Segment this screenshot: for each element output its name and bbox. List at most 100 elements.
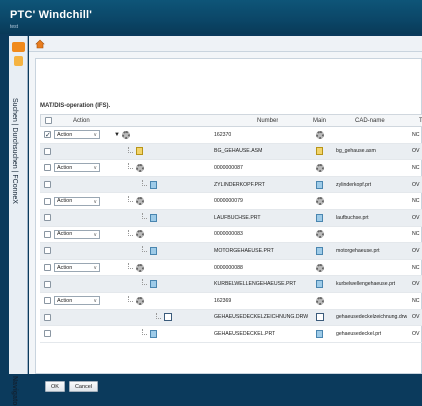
action-select-value: Action: [57, 231, 73, 238]
status-text: NC: [412, 198, 420, 205]
top-toolbar: [29, 36, 422, 52]
part-number[interactable]: 0000000087: [214, 165, 243, 171]
status-text: OV: [412, 314, 420, 321]
tree-connector: [142, 329, 147, 336]
row-checkbox[interactable]: [44, 230, 51, 238]
main-icon: [316, 180, 323, 189]
select-all-checkbox[interactable]: [45, 117, 52, 124]
part-number[interactable]: GEHAEUSEDECKELZEICHNUNG.DRW: [214, 314, 308, 320]
main-icon: [316, 313, 324, 322]
cad-name: motorgehaeuse.prt: [336, 247, 380, 254]
part-number[interactable]: 0000000083: [214, 231, 243, 237]
chevron-down-icon: ∨: [93, 165, 97, 172]
part-number[interactable]: 162369: [214, 298, 231, 304]
part-number[interactable]: LAUFBUCHSE.PRT: [214, 215, 261, 221]
row-checkbox[interactable]: [44, 264, 51, 272]
action-select[interactable]: Action ∨: [54, 296, 100, 306]
main-area: MAT/DIS-operation (IFS). Action Number M…: [29, 36, 422, 392]
row-checkbox[interactable]: [44, 147, 51, 155]
drawing-icon: [164, 313, 172, 322]
tree-connector: [128, 196, 133, 203]
row-checkbox[interactable]: [44, 164, 51, 172]
tree-connector: [142, 179, 147, 186]
pane-title: MAT/DIS-operation (IFS).: [40, 103, 111, 109]
main-icon: [316, 280, 323, 289]
dialog-buttons: OK Cancel: [45, 381, 99, 392]
action-select[interactable]: Action ∨: [54, 196, 100, 206]
table-row[interactable]: Action ∨ ▼ 162370 NC: [40, 127, 422, 144]
table-row[interactable]: MOTORGEHAEUSE.PRT motorgehaeuse.prt OV: [40, 243, 422, 260]
table-row[interactable]: KURBELWELLENGEHAEUSE.PRT kurbelwellengeha…: [40, 276, 422, 293]
action-select[interactable]: Action ∨: [54, 229, 100, 239]
table-row[interactable]: Action ∨ 0000000087 NC: [40, 160, 422, 177]
table-row[interactable]: GEHAEUSEDECKEL.PRT gehaeusedeckel.prt OV: [40, 326, 422, 343]
table-row[interactable]: Action ∨ 0000000088 NC: [40, 260, 422, 277]
tree-connector: [128, 262, 133, 269]
action-select[interactable]: Action ∨: [54, 163, 100, 173]
table-row[interactable]: GEHAEUSEDECKELZEICHNUNG.DRW gehaeusedecke…: [40, 309, 422, 327]
row-checkbox[interactable]: [44, 214, 51, 222]
part-number[interactable]: MOTORGEHAEUSE.PRT: [214, 248, 274, 254]
action-select[interactable]: Action ∨: [54, 130, 100, 140]
navigator-tab[interactable]: Navigato: [11, 376, 18, 406]
cad-name: kurbelwellengehaeuse.prt: [336, 281, 396, 288]
home-icon[interactable]: [35, 39, 45, 49]
part-number[interactable]: BG_GEHAUSE.ASM: [214, 148, 262, 154]
status-text: OV: [412, 247, 420, 254]
part-number[interactable]: 0000000079: [214, 198, 243, 204]
recent-icon[interactable]: [12, 42, 25, 52]
search-tabs[interactable]: Suchen | Durchsuchen | FConneX: [11, 98, 18, 204]
header-number[interactable]: Number: [257, 115, 278, 126]
search-icon[interactable]: [14, 56, 23, 66]
row-checkbox[interactable]: [44, 181, 51, 189]
action-select-value: Action: [57, 297, 73, 304]
table-row[interactable]: Action ∨ 0000000083 NC: [40, 227, 422, 244]
assembly-icon: [136, 147, 143, 156]
part-icon: [150, 280, 157, 289]
ok-button[interactable]: OK: [45, 381, 65, 392]
status-text: OV: [412, 148, 420, 155]
row-checkbox[interactable]: [44, 297, 51, 305]
row-checkbox[interactable]: [44, 247, 51, 255]
part-number[interactable]: ZYLINDERKOPF.PRT: [214, 182, 265, 188]
row-checkbox[interactable]: [44, 197, 51, 205]
row-checkbox[interactable]: [44, 131, 51, 139]
table-row[interactable]: LAUFBUCHSE.PRT laufbuchse.prt OV: [40, 209, 422, 227]
table-row[interactable]: Action ∨ 0000000079 NC: [40, 193, 422, 210]
part-number[interactable]: KURBELWELLENGEHAEUSE.PRT: [214, 281, 296, 287]
action-select-value: Action: [57, 164, 73, 171]
action-select[interactable]: Action ∨: [54, 263, 100, 273]
status-text: NC: [412, 264, 420, 271]
status-text: OV: [412, 330, 420, 337]
part-number[interactable]: GEHAEUSEDECKEL.PRT: [214, 331, 275, 337]
row-checkbox[interactable]: [44, 280, 51, 288]
action-select-value: Action: [57, 131, 73, 138]
chevron-down-icon: ∨: [93, 132, 97, 139]
status-text: OV: [412, 214, 420, 221]
status-text: NC: [412, 131, 420, 138]
chevron-down-icon: ∨: [93, 231, 97, 238]
table-row[interactable]: Action ∨ 162369 NC: [40, 293, 422, 310]
expand-toggle[interactable]: ▼: [114, 132, 120, 138]
main-icon: [316, 130, 324, 139]
status-text: NC: [412, 164, 420, 171]
part-number[interactable]: 162370: [214, 132, 231, 138]
part-number[interactable]: 0000000088: [214, 265, 243, 271]
parts-table: Action Number Main CAD-name T Action∨▼16…: [40, 114, 422, 343]
chevron-down-icon: ∨: [93, 198, 97, 205]
header-action[interactable]: Action: [73, 115, 90, 126]
part-icon: [150, 329, 157, 338]
header-main[interactable]: Main: [313, 115, 326, 126]
table-row[interactable]: BG_GEHAUSE.ASM bg_gehause.asm OV: [40, 143, 422, 161]
tree-connector: [142, 279, 147, 286]
tree-connector: [142, 212, 147, 219]
cancel-button[interactable]: Cancel: [68, 381, 99, 392]
action-select-value: Action: [57, 198, 73, 205]
table-row[interactable]: ZYLINDERKOPF.PRT zylinderkopf.prt OV: [40, 176, 422, 194]
row-checkbox[interactable]: [44, 313, 51, 321]
cad-name: laufbuchse.prt: [336, 214, 369, 221]
main-icon: [316, 246, 323, 255]
row-checkbox[interactable]: [44, 330, 51, 338]
chevron-down-icon: ∨: [93, 265, 97, 272]
header-cad-name[interactable]: CAD-name: [355, 115, 385, 126]
